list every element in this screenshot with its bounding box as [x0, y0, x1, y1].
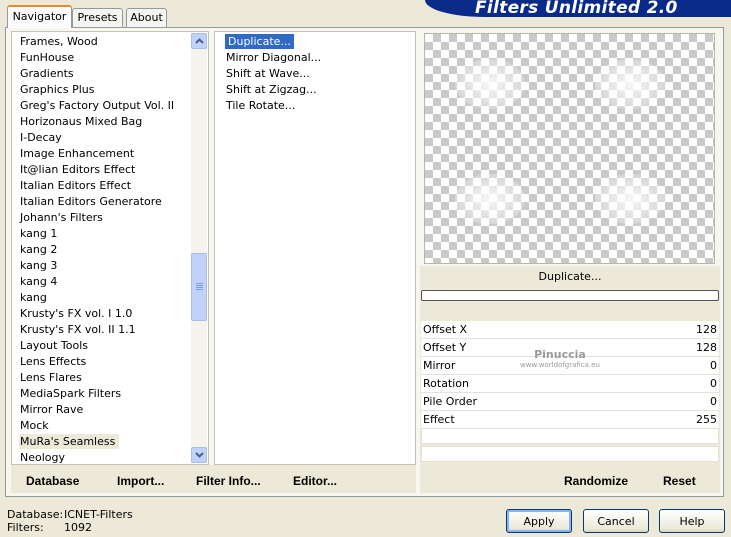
category-item[interactable]: MediaSpark Filters — [19, 386, 122, 401]
param-row[interactable]: Effect 255 — [421, 411, 719, 429]
category-item[interactable]: Greg's Factory Output Vol. II — [19, 98, 175, 113]
category-item[interactable]: Lens Flares — [19, 370, 83, 385]
param-row[interactable]: Offset X 128 — [421, 321, 719, 339]
param-row[interactable]: Rotation 0 — [421, 375, 719, 393]
category-item[interactable]: MuRa's Seamless — [19, 434, 120, 449]
app-title: Filters Unlimited 2.0 — [475, 0, 678, 18]
param-name: Mirror — [423, 359, 456, 372]
reset-button[interactable]: Reset — [663, 474, 696, 488]
category-item[interactable]: Krusty's FX vol. I 1.0 — [19, 306, 133, 321]
chevron-down-icon — [194, 452, 204, 458]
param-row[interactable]: Pile Order 0 — [421, 393, 719, 411]
param-name: Offset Y — [423, 341, 467, 354]
category-item[interactable]: FunHouse — [19, 50, 75, 65]
tab-label: About — [130, 11, 163, 24]
preview-filter-name: Duplicate... — [538, 270, 602, 283]
param-name: Pile Order — [423, 395, 478, 408]
param-value: 255 — [696, 413, 717, 426]
help-button[interactable]: Help — [659, 509, 725, 533]
filter-item[interactable]: Shift at Zigzag... — [225, 82, 318, 97]
category-item[interactable]: kang 2 — [19, 242, 58, 257]
editor-button[interactable]: Editor... — [293, 474, 337, 488]
param-name: Effect — [423, 413, 455, 426]
filter-info-button[interactable]: Filter Info... — [196, 474, 261, 488]
category-item[interactable]: kang 4 — [19, 274, 58, 289]
tab-presets[interactable]: Presets — [72, 8, 123, 27]
filter-list[interactable]: Duplicate... Mirror Diagonal... Shift at W… — [214, 31, 416, 465]
filter-item[interactable]: Shift at Wave... — [225, 66, 311, 81]
tab-navigator[interactable]: Navigator — [7, 5, 72, 28]
watermark: Pinuccia www.worldofgrafica.eu — [520, 348, 600, 369]
status-filter-count: Filters: 1092 — [7, 521, 92, 534]
param-value: 0 — [710, 377, 717, 390]
param-value: 128 — [696, 323, 717, 336]
param-name: Offset X — [423, 323, 468, 336]
category-item[interactable]: Italian Editors Generatore — [19, 194, 163, 209]
scroll-up-button[interactable] — [191, 33, 207, 49]
category-item[interactable]: Horizonaus Mixed Bag — [19, 114, 143, 129]
category-item[interactable]: Neology — [19, 450, 66, 464]
database-button[interactable]: Database — [26, 474, 79, 488]
category-item[interactable]: kang 3 — [19, 258, 58, 273]
filter-item[interactable]: Tile Rotate... — [225, 98, 296, 113]
category-item[interactable]: Krusty's FX vol. II 1.1 — [19, 322, 137, 337]
filter-item[interactable]: Mirror Diagonal... — [225, 50, 322, 65]
category-item[interactable]: Image Enhancement — [19, 146, 135, 161]
param-value: 0 — [710, 359, 717, 372]
category-item[interactable]: Lens Effects — [19, 354, 87, 369]
param-value: 0 — [710, 395, 717, 408]
category-item[interactable]: kang 1 — [19, 226, 58, 241]
tab-label: Presets — [77, 11, 118, 24]
preview-canvas — [424, 33, 715, 264]
cancel-button[interactable]: Cancel — [583, 509, 649, 533]
category-item[interactable]: Italian Editors Effect — [19, 178, 132, 193]
tab-label: Navigator — [12, 10, 67, 23]
param-name: Rotation — [423, 377, 470, 390]
category-item[interactable]: I-Decay — [19, 130, 63, 145]
category-item[interactable]: Johann's Filters — [19, 210, 104, 225]
randomize-button[interactable]: Randomize — [564, 474, 628, 488]
app-banner: Filters Unlimited 2.0 — [425, 0, 731, 17]
category-item[interactable]: Mirror Rave — [19, 402, 84, 417]
scroll-thumb[interactable] — [191, 253, 207, 321]
param-empty-row — [421, 446, 719, 462]
category-item[interactable]: Graphics Plus — [19, 82, 95, 97]
import-button[interactable]: Import... — [117, 474, 164, 488]
scroll-down-button[interactable] — [191, 447, 207, 463]
progress-bar — [421, 290, 719, 301]
category-item[interactable]: Mock — [19, 418, 50, 433]
filter-item[interactable]: Duplicate... — [225, 34, 294, 49]
category-scrollbar[interactable] — [191, 33, 207, 463]
category-item[interactable]: Gradients — [19, 66, 75, 81]
param-value: 128 — [696, 341, 717, 354]
chevron-up-icon — [194, 38, 204, 44]
category-item[interactable]: It@lian Editors Effect — [19, 162, 136, 177]
apply-button[interactable]: Apply — [506, 509, 572, 533]
category-item[interactable]: Layout Tools — [19, 338, 89, 353]
category-item[interactable]: Frames, Wood — [19, 34, 99, 49]
status-database: Database: ICNET-Filters — [7, 508, 133, 521]
category-item[interactable]: kang — [19, 290, 48, 305]
category-list[interactable]: Frames, Wood FunHouse Gradients Graphics Pl… — [11, 31, 209, 465]
param-empty-row — [421, 428, 719, 444]
tab-about[interactable]: About — [126, 8, 167, 27]
